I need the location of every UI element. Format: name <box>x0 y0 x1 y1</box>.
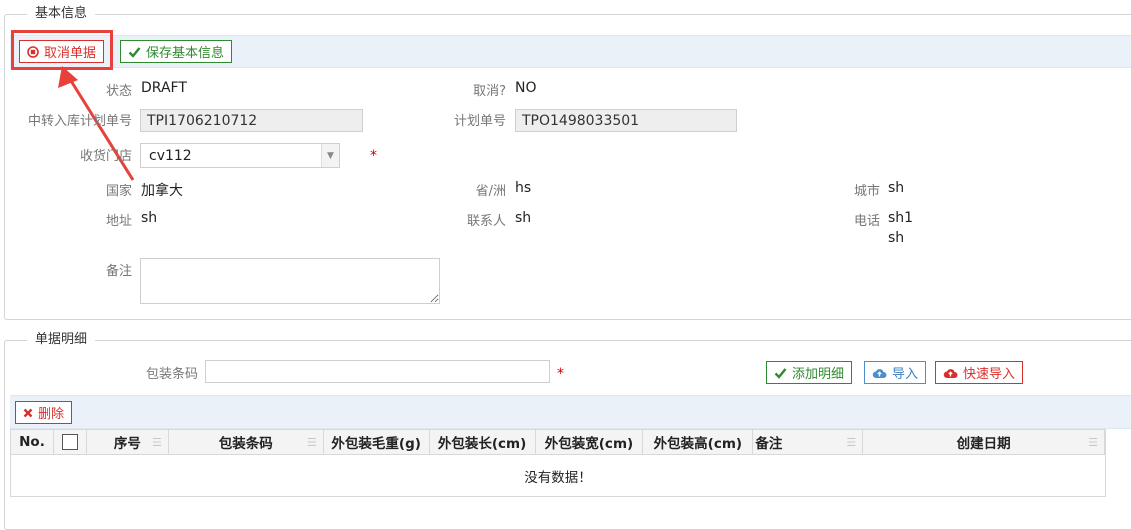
detail-legend: 单据明细 <box>27 332 96 348</box>
city-label: 城市 <box>853 184 880 199</box>
country-label: 国家 <box>105 184 132 199</box>
address-label: 地址 <box>105 214 132 229</box>
col-remark[interactable]: 备注 ☰ <box>753 430 864 454</box>
annotation-arrow <box>58 66 135 181</box>
col-created-date-label: 创建日期 <box>956 436 1011 452</box>
plan-no-label: 计划单号 <box>453 114 506 129</box>
col-barcode[interactable]: 包装条码 ☰ <box>169 430 324 454</box>
barcode-input[interactable] <box>205 360 550 383</box>
transfer-no-label: 中转入库计划单号 <box>27 114 132 129</box>
col-seq[interactable]: 序号 ☰ <box>87 430 169 454</box>
col-width-label: 外包装宽(cm) <box>544 436 634 452</box>
delete-button[interactable]: 删除 <box>15 401 73 424</box>
col-height-label: 外包装高(cm) <box>653 436 743 452</box>
store-label: 收货门店 <box>79 149 132 164</box>
col-length[interactable]: 外包装长(cm) <box>430 430 536 454</box>
quick-import-label: 快速导入 <box>963 367 1016 382</box>
phone-label: 电话 <box>853 214 880 229</box>
add-detail-label: 添加明细 <box>792 367 845 382</box>
phone-value-line1: sh1 <box>888 210 914 226</box>
grid-body: 没有数据！ <box>10 455 1106 497</box>
quick-import-button[interactable]: 快速导入 <box>935 361 1024 384</box>
col-length-label: 外包装长(cm) <box>437 436 527 452</box>
column-menu-icon[interactable]: ☰ <box>1088 436 1098 449</box>
barcode-required-mark: * <box>557 366 564 382</box>
cancelled-label: 取消? <box>473 84 506 99</box>
grid-header: No. 序号 ☰ 包装条码 ☰ 外包装毛重(g) 外包装长(cm) 外包装宽(cm)… <box>10 429 1106 455</box>
country-value: 加拿大 <box>141 183 183 199</box>
delete-label: 删除 <box>38 407 65 422</box>
address-value: sh <box>141 210 158 226</box>
empty-data-text: 没有数据！ <box>524 469 592 486</box>
col-seq-label: 序号 <box>113 436 141 452</box>
barcode-label: 包装条码 <box>145 367 198 382</box>
status-value: DRAFT <box>141 80 187 96</box>
col-created-date[interactable]: 创建日期 ☰ <box>863 430 1106 454</box>
col-barcode-label: 包装条码 <box>218 436 273 452</box>
select-all-checkbox[interactable] <box>61 434 78 450</box>
column-menu-icon[interactable]: ☰ <box>307 436 317 449</box>
cloud-upload-icon <box>943 368 958 378</box>
cancelled-value: NO <box>515 80 537 96</box>
transfer-no-field[interactable]: TPI1706210712 <box>140 109 363 132</box>
city-value: sh <box>888 180 905 196</box>
store-required-mark: * <box>370 148 377 164</box>
import-button[interactable]: 导入 <box>864 361 927 384</box>
col-remark-label: 备注 <box>755 436 783 452</box>
x-icon <box>23 408 33 417</box>
contact-label: 联系人 <box>466 214 506 229</box>
store-select-value: cv112 <box>149 147 192 164</box>
column-menu-icon[interactable]: ☰ <box>846 436 856 449</box>
col-no: No. <box>11 430 54 454</box>
remark-label: 备注 <box>105 264 132 279</box>
status-label: 状态 <box>105 84 132 99</box>
chevron-down-icon[interactable]: ▼ <box>321 144 339 167</box>
plan-no-field[interactable]: TPO1498033501 <box>515 109 737 132</box>
province-label: 省/洲 <box>475 184 506 199</box>
store-select[interactable]: cv112 ▼ <box>140 143 340 168</box>
add-detail-button[interactable]: 添加明细 <box>766 361 853 384</box>
col-gross-weight[interactable]: 外包装毛重(g) <box>324 430 430 454</box>
check-icon <box>774 367 787 379</box>
phone-value-line2: sh <box>888 230 905 246</box>
province-value: hs <box>515 180 532 196</box>
column-menu-icon[interactable]: ☰ <box>152 436 162 449</box>
import-label: 导入 <box>892 367 919 382</box>
col-height[interactable]: 外包装高(cm) <box>643 430 754 454</box>
col-select-all <box>54 430 87 454</box>
cloud-upload-icon <box>872 368 887 378</box>
col-width[interactable]: 外包装宽(cm) <box>536 430 644 454</box>
col-no-label: No. <box>19 434 45 450</box>
remark-textarea[interactable] <box>140 258 440 304</box>
contact-value: sh <box>515 210 532 226</box>
detail-toolbar <box>10 395 1131 429</box>
col-gross-weight-label: 外包装毛重(g) <box>331 436 421 452</box>
